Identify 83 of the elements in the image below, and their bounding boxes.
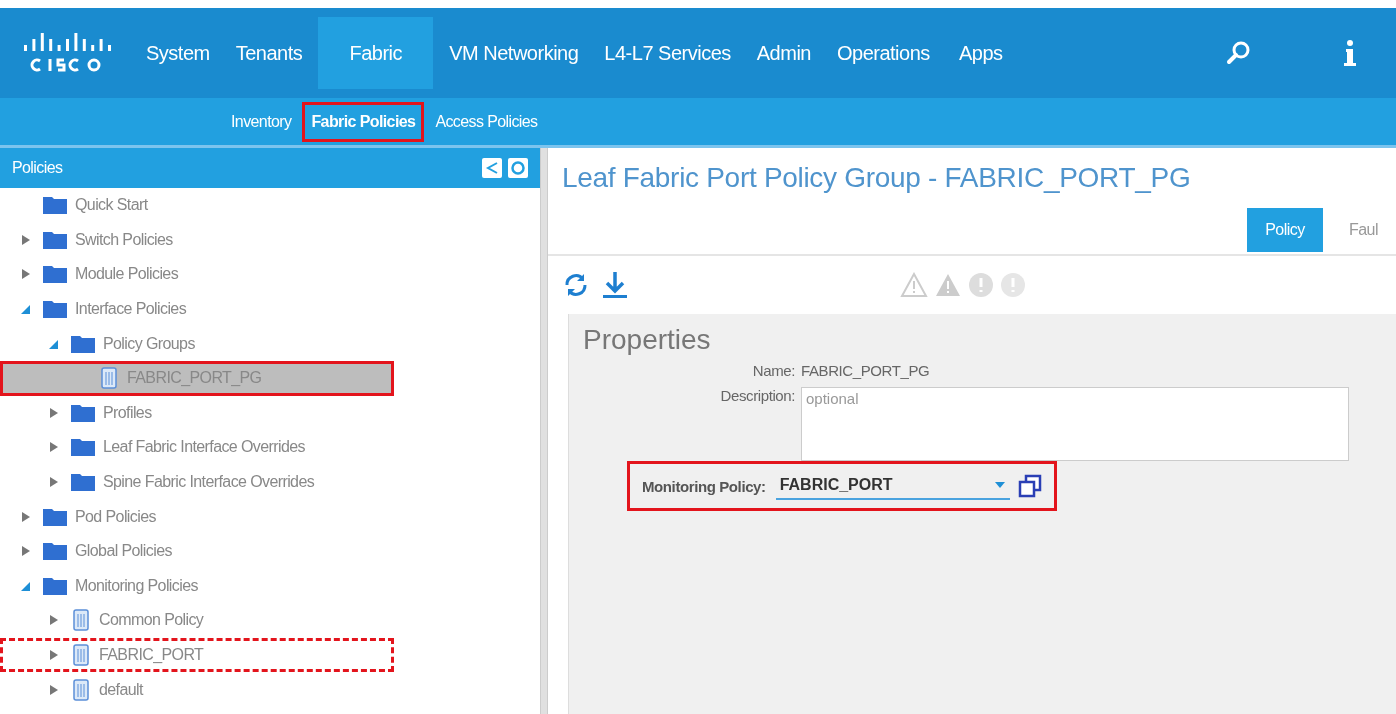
monitoring-policy-select[interactable]: FABRIC_PORT	[775, 472, 1010, 500]
tree-item-label: Monitoring Policies	[75, 576, 198, 595]
expand-icon[interactable]	[21, 545, 31, 558]
document-icon	[71, 678, 91, 701]
tree-item[interactable]: FABRIC_PORT	[0, 637, 394, 673]
nav-tab[interactable]: L4-L7 Services	[594, 17, 741, 89]
document-icon	[71, 609, 91, 632]
expand-icon[interactable]	[49, 441, 59, 454]
tree-item[interactable]: Module Policies	[0, 257, 540, 292]
caret-icon[interactable]	[993, 481, 1006, 489]
tree-item[interactable]: Spine Fabric Interface Overrides	[0, 464, 540, 500]
tree-item[interactable]: Monitoring Policies	[0, 568, 540, 604]
tree-item[interactable]: Policy Groups	[0, 326, 540, 361]
expand-icon[interactable]	[21, 233, 31, 246]
tree-item[interactable]: Global Policies	[0, 533, 540, 569]
nav-tab[interactable]: VM Networking	[439, 17, 589, 89]
nav-tab[interactable]: System	[136, 17, 220, 89]
folder-icon	[43, 265, 67, 284]
tree-item[interactable]: Profiles	[0, 395, 540, 431]
expand-icon[interactable]	[49, 683, 59, 696]
tree-item-label: Global Policies	[75, 542, 172, 561]
refresh-icon[interactable]	[508, 158, 528, 178]
nav-tab[interactable]: Fabric	[318, 17, 434, 89]
folder-icon	[71, 438, 95, 457]
description-field[interactable]: optional	[801, 387, 1349, 461]
page-title: Leaf Fabric Port Policy Group - FABRIC_PORT_PG	[561, 161, 1192, 195]
tab[interactable]: Faul	[1330, 208, 1396, 252]
expand-icon[interactable]	[49, 406, 59, 419]
tree-item-label: Interface Policies	[75, 300, 187, 319]
tree-item[interactable]: Switch Policies	[0, 222, 540, 258]
document-icon	[99, 367, 119, 390]
expand-icon[interactable]	[49, 649, 59, 661]
tree-item[interactable]: default	[0, 672, 540, 707]
tree-item[interactable]: Quick Start	[0, 188, 540, 223]
field-label: Name:	[751, 362, 796, 379]
tree-item[interactable]: Interface Policies	[0, 291, 540, 327]
expand-icon[interactable]	[49, 614, 59, 627]
subnav-tab[interactable]: Access Policies	[426, 101, 547, 142]
info-icon[interactable]	[1344, 40, 1356, 66]
subnav-tab[interactable]: Inventory	[222, 101, 301, 142]
tree-item-label: Switch Policies	[75, 230, 173, 249]
tree-item-label: Spine Fabric Interface Overrides	[103, 473, 315, 492]
folder-icon	[43, 300, 67, 319]
tree-item-label: default	[99, 680, 143, 699]
tree-item-label: Policy Groups	[103, 334, 195, 353]
tree-item[interactable]: Leaf Fabric Interface Overrides	[0, 430, 540, 465]
tree-item-label: Module Policies	[75, 265, 179, 284]
document-icon	[71, 644, 91, 666]
collapse-icon[interactable]	[21, 303, 31, 316]
folder-icon	[43, 196, 67, 215]
tree-item-label: Pod Policies	[75, 507, 156, 526]
copy-icon[interactable]	[1017, 474, 1042, 498]
tree-item[interactable]: Common Policy	[0, 603, 540, 638]
folder-icon	[71, 334, 95, 353]
section-heading: Properties	[583, 324, 712, 356]
tree-item-label: Profiles	[103, 403, 152, 422]
subnav-tab[interactable]: Fabric Policies	[302, 101, 425, 142]
expand-icon[interactable]	[49, 476, 59, 489]
folder-icon	[71, 473, 95, 492]
tree-item-label: Common Policy	[99, 611, 204, 630]
tree-item-label: Quick Start	[75, 196, 148, 215]
folder-icon	[71, 403, 95, 422]
download-icon[interactable]	[602, 270, 628, 300]
tree-item-label: FABRIC_PORT	[99, 646, 204, 664]
search-icon[interactable]	[1226, 40, 1252, 66]
nav-tab[interactable]: Tenants	[225, 17, 313, 89]
tab[interactable]: Policy	[1247, 208, 1323, 252]
expand-icon[interactable]	[21, 510, 31, 523]
share-icon[interactable]	[482, 158, 502, 178]
folder-icon	[43, 507, 67, 526]
nav-tab[interactable]: Admin	[746, 17, 821, 89]
nav-tab[interactable]: Apps	[945, 17, 1016, 89]
expand-icon[interactable]	[21, 268, 31, 281]
folder-icon	[43, 576, 67, 595]
field-label: Monitoring Policy:	[642, 477, 766, 495]
tree-item-label: Leaf Fabric Interface Overrides	[103, 438, 305, 457]
folder-icon	[43, 542, 67, 561]
tree-item[interactable]: Pod Policies	[0, 499, 540, 534]
folder-icon	[43, 230, 67, 249]
field-label: Description:	[719, 387, 796, 404]
nav-tab[interactable]: Operations	[826, 17, 940, 89]
field-value: FABRIC_PORT_PG	[801, 362, 930, 379]
panel-title: Policies	[12, 159, 63, 177]
